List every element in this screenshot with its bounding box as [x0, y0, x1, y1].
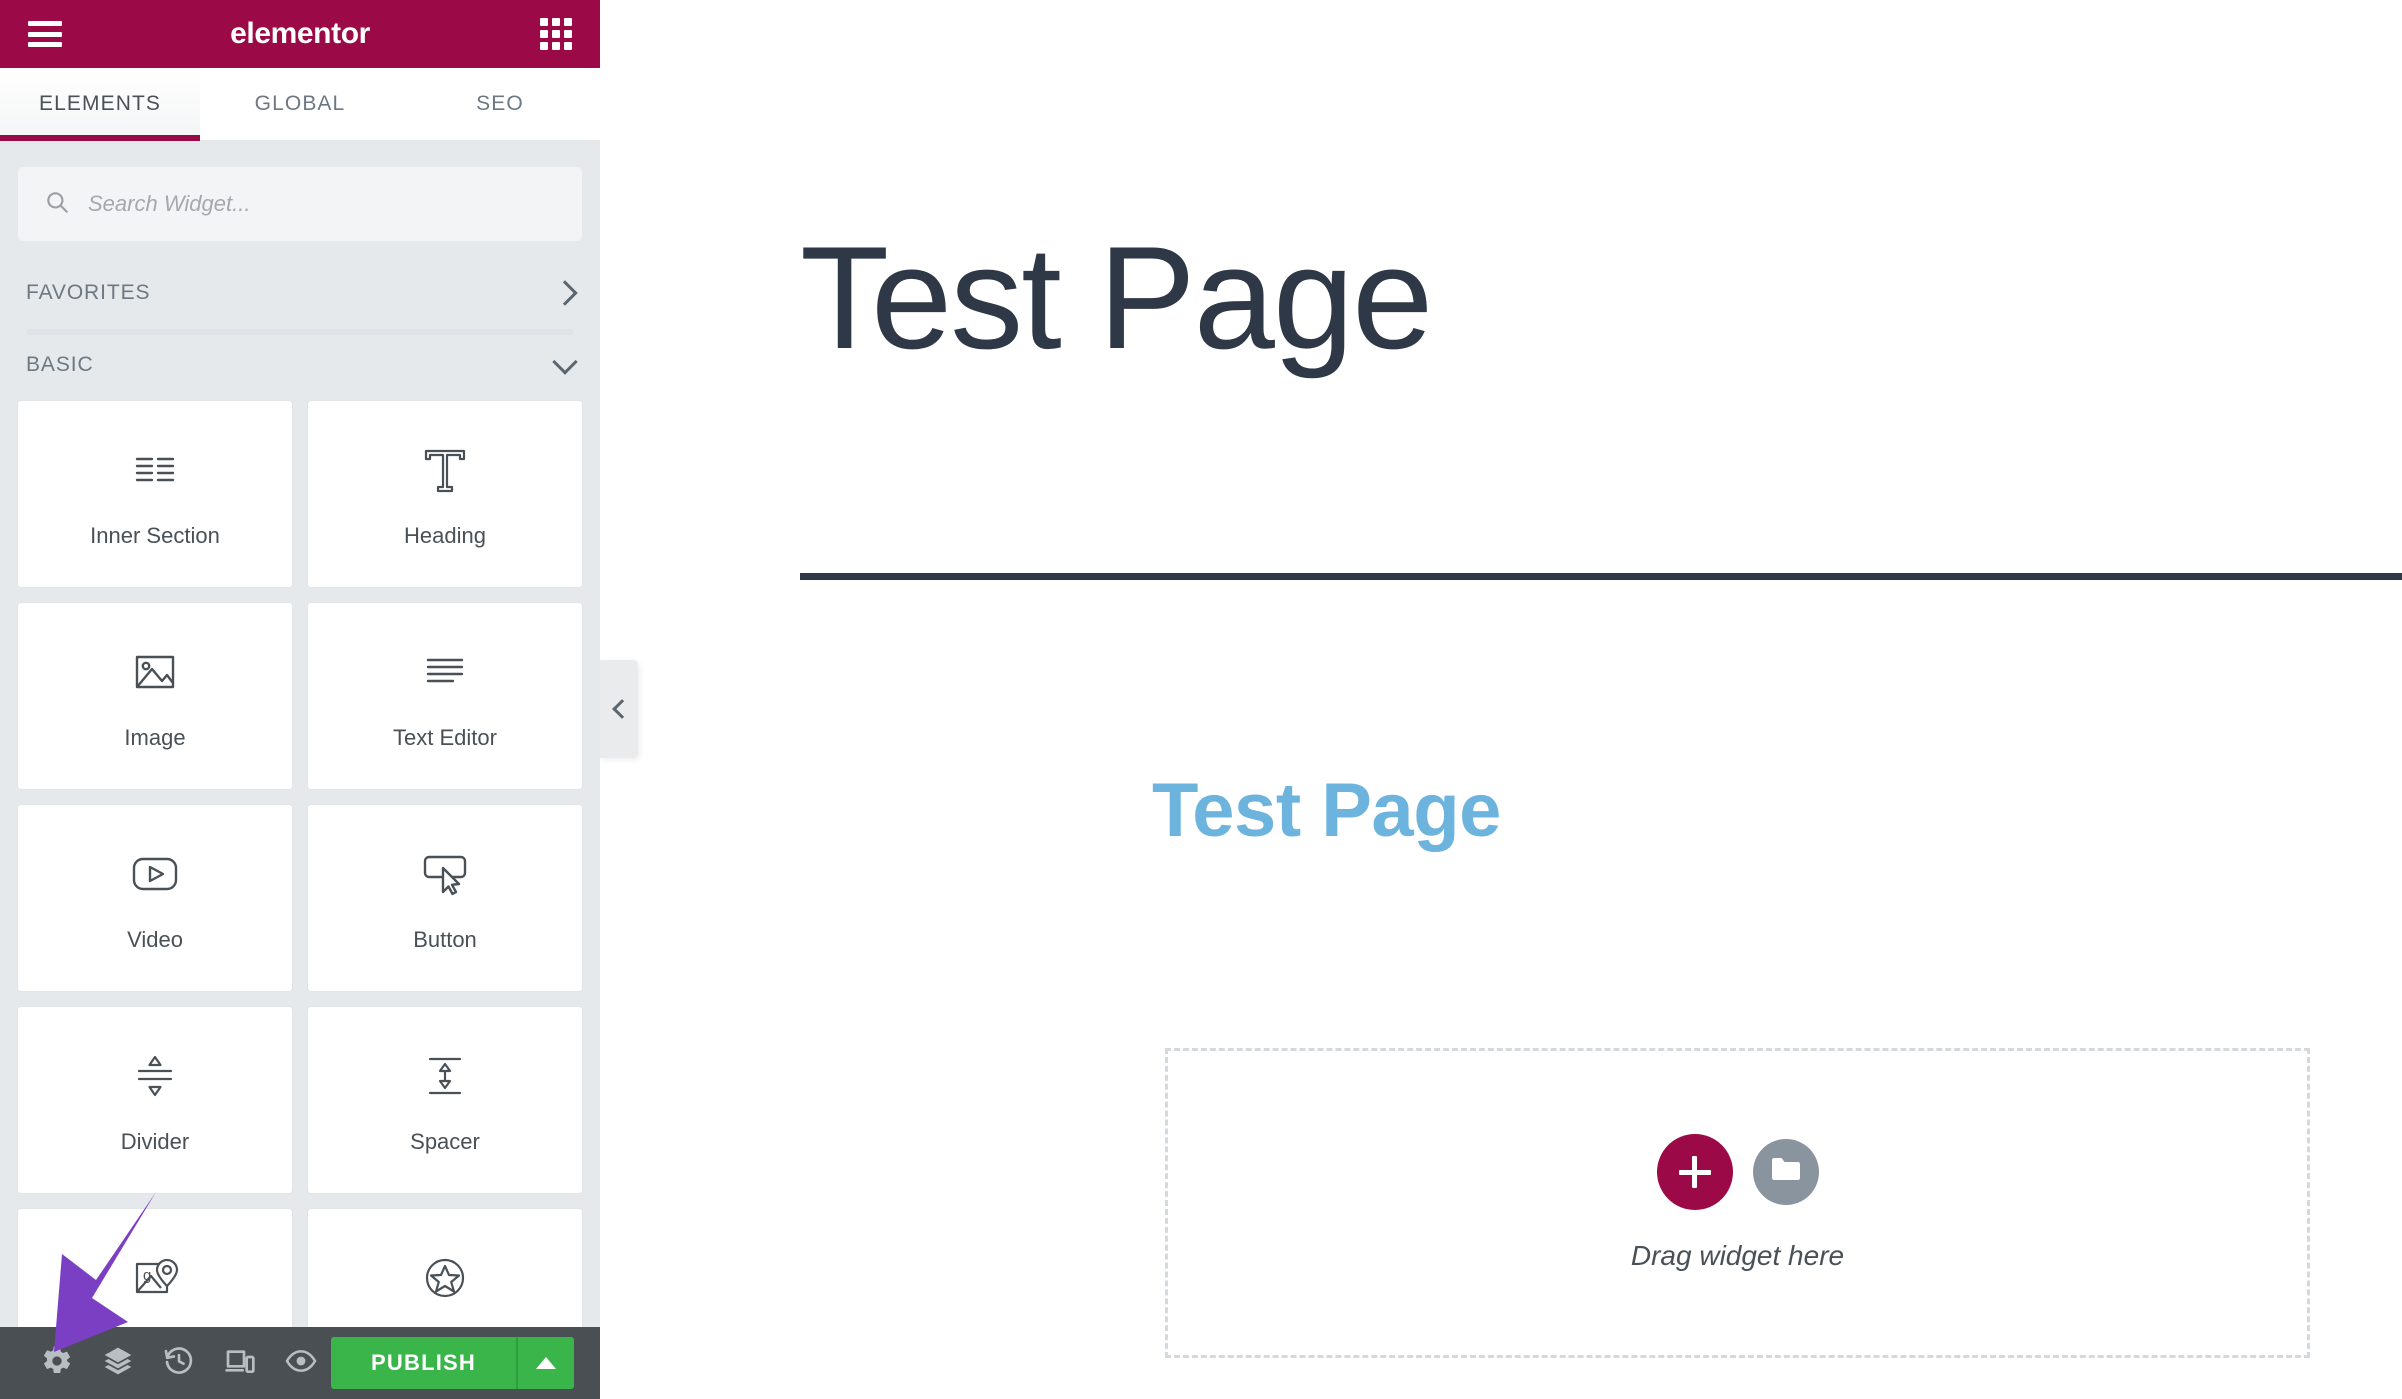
- heading-t-icon: [421, 439, 469, 501]
- panel-tabs: ELEMENTS GLOBAL SEO: [0, 68, 600, 141]
- widget-google-maps[interactable]: g Google Maps: [18, 1209, 292, 1327]
- tab-seo[interactable]: SEO: [400, 68, 600, 140]
- tab-elements[interactable]: ELEMENTS: [0, 68, 200, 141]
- widget-image[interactable]: Image: [18, 603, 292, 789]
- elementor-editor: elementor ELEMENTS GLOBAL SEO Search Wid…: [0, 0, 2402, 1399]
- svg-text:g: g: [143, 1267, 151, 1284]
- caret-up-icon: [536, 1357, 556, 1369]
- navigator-button[interactable]: [87, 1327, 148, 1399]
- google-maps-icon: g: [131, 1247, 179, 1309]
- widget-text-editor[interactable]: Text Editor: [308, 603, 582, 789]
- elementor-panel: elementor ELEMENTS GLOBAL SEO Search Wid…: [0, 0, 600, 1399]
- widget-spacer[interactable]: Spacer: [308, 1007, 582, 1193]
- chevron-left-icon: [611, 699, 632, 719]
- search-icon: [44, 189, 70, 220]
- widget-divider[interactable]: Divider: [18, 1007, 292, 1193]
- tab-global[interactable]: GLOBAL: [200, 68, 400, 140]
- dropzone-label: Drag widget here: [1630, 1240, 1845, 1271]
- settings-button[interactable]: [26, 1327, 87, 1399]
- publish-button[interactable]: PUBLISH: [331, 1337, 516, 1389]
- elementor-logo: elementor: [230, 17, 370, 50]
- spacer-icon: [422, 1045, 468, 1107]
- button-cursor-icon: [420, 843, 470, 905]
- eye-icon: [285, 1345, 317, 1382]
- widget-label: Heading: [404, 523, 486, 548]
- responsive-devices-icon: [224, 1345, 256, 1382]
- dropzone-buttons: [1656, 1134, 1819, 1210]
- widget-label: Button: [413, 927, 477, 952]
- heading-widget: Test Page: [1152, 768, 1501, 853]
- page-title: Test Page: [800, 216, 1433, 379]
- widget-label: Spacer: [410, 1129, 480, 1154]
- star-circle-icon: [421, 1247, 469, 1309]
- add-section-button[interactable]: [1656, 1134, 1733, 1210]
- divider-icon: [132, 1045, 178, 1107]
- tab-seo-label: SEO: [476, 92, 524, 115]
- hamburger-menu-icon[interactable]: [28, 21, 62, 47]
- chevron-down-icon: [552, 349, 578, 375]
- widget-label: Text Editor: [393, 725, 497, 750]
- widget-label: Divider: [120, 1129, 190, 1154]
- folder-icon: [1770, 1156, 1802, 1189]
- category-favorites[interactable]: FAVORITES: [18, 263, 582, 323]
- publish-options-button[interactable]: [516, 1337, 574, 1389]
- search-box[interactable]: [18, 167, 582, 241]
- title-divider: [800, 573, 2402, 580]
- category-basic[interactable]: BASIC: [18, 335, 582, 395]
- video-play-icon: [130, 843, 180, 905]
- image-icon: [132, 641, 178, 703]
- widget-button[interactable]: Button: [308, 805, 582, 991]
- widget-dropzone[interactable]: Drag widget here: [1165, 1048, 2310, 1358]
- responsive-mode-button[interactable]: [209, 1327, 270, 1399]
- category-favorites-label: FAVORITES: [26, 281, 151, 304]
- panel-body: FAVORITES BASIC: [0, 141, 600, 1327]
- inner-section-icon: [132, 439, 178, 501]
- widget-icon[interactable]: Icon: [308, 1209, 582, 1327]
- apps-grid-icon[interactable]: [540, 18, 572, 50]
- widget-video[interactable]: Video: [18, 805, 292, 991]
- history-clock-icon: [163, 1345, 195, 1382]
- history-button[interactable]: [148, 1327, 209, 1399]
- editor-canvas: Test Page Test Page Drag widget here: [600, 0, 2402, 1399]
- panel-header: elementor: [0, 0, 600, 68]
- preview-button[interactable]: [270, 1327, 331, 1399]
- category-basic-label: BASIC: [26, 353, 94, 376]
- panel-footer-toolbar: PUBLISH: [0, 1327, 600, 1399]
- publish-group: PUBLISH: [331, 1337, 574, 1389]
- widget-label: Video: [127, 927, 183, 952]
- gear-icon: [41, 1345, 73, 1382]
- panel-collapse-handle[interactable]: [600, 660, 638, 758]
- widget-label: Image: [124, 725, 186, 750]
- search-input[interactable]: [88, 191, 556, 217]
- tab-elements-label: ELEMENTS: [39, 92, 161, 115]
- widget-inner-section[interactable]: Inner Section: [18, 401, 292, 587]
- widget-label: Inner Section: [90, 523, 220, 548]
- text-editor-icon: [422, 641, 468, 703]
- template-library-button[interactable]: [1752, 1139, 1819, 1205]
- chevron-right-icon: [552, 280, 578, 306]
- widget-heading[interactable]: Heading: [308, 401, 582, 587]
- widget-grid: Inner Section Heading Image Text Editor …: [18, 395, 582, 1327]
- layers-icon: [102, 1345, 134, 1382]
- tab-global-label: GLOBAL: [254, 92, 346, 115]
- search-widget-wrap: [18, 141, 582, 263]
